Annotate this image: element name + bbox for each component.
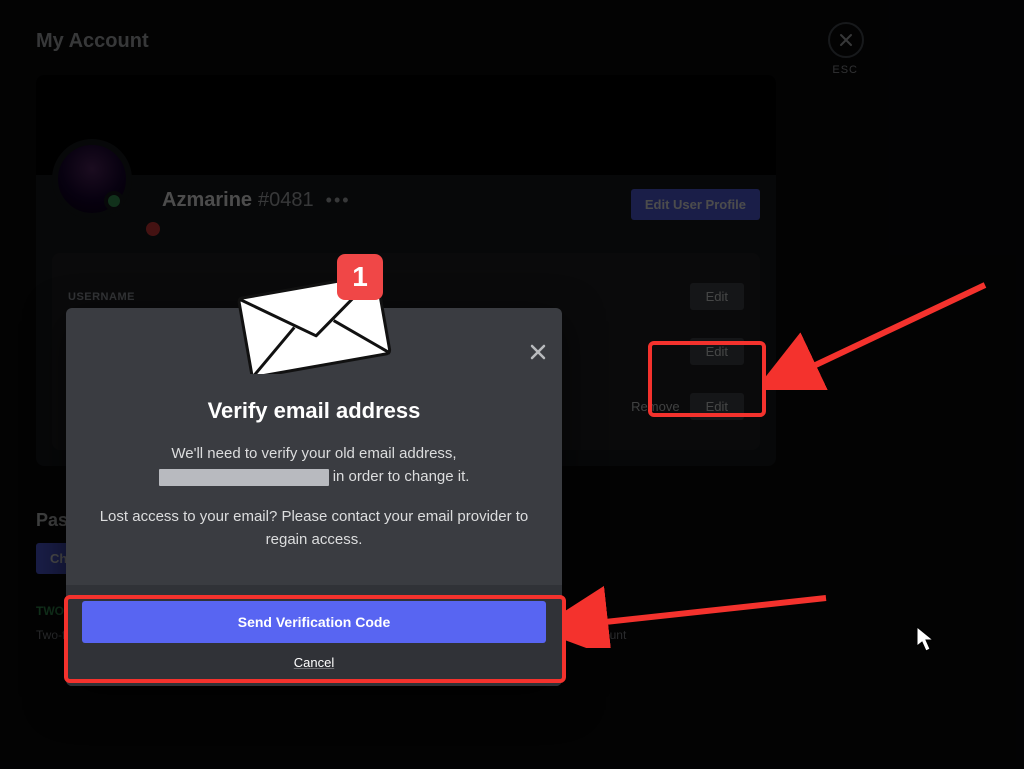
profile-badge-icon <box>146 222 160 236</box>
discriminator: #0481 <box>258 189 314 212</box>
svg-text:1: 1 <box>352 261 368 292</box>
edit-username-button[interactable]: Edit <box>690 283 744 310</box>
status-indicator <box>104 191 124 211</box>
field-label-username: USERNAME <box>68 291 135 303</box>
avatar[interactable] <box>52 139 132 219</box>
modal-text-2: Lost access to your email? Please contac… <box>94 505 534 552</box>
cancel-button[interactable]: Cancel <box>82 655 546 670</box>
close-settings-button[interactable] <box>828 22 864 58</box>
remove-phone-button[interactable]: Remove <box>631 399 679 414</box>
send-verification-code-button[interactable]: Send Verification Code <box>82 601 546 643</box>
edit-email-button[interactable]: Edit <box>690 338 744 365</box>
modal-title: Verify email address <box>94 398 534 424</box>
modal-text-1: We'll need to verify your old email addr… <box>94 442 534 489</box>
user-menu-icon[interactable]: ••• <box>326 190 351 211</box>
verify-email-modal: 1 Verify email address We'll need to ver… <box>66 308 562 686</box>
username-display: Azmarine <box>162 189 252 212</box>
profile-banner <box>36 75 776 175</box>
mouse-cursor-icon <box>916 626 936 652</box>
redacted-email <box>159 469 329 486</box>
envelope-icon: 1 <box>229 254 399 374</box>
esc-label: ESC <box>832 64 858 76</box>
edit-phone-button[interactable]: Edit <box>690 393 744 420</box>
edit-user-profile-button[interactable]: Edit User Profile <box>631 189 760 220</box>
close-modal-button[interactable] <box>528 342 548 367</box>
